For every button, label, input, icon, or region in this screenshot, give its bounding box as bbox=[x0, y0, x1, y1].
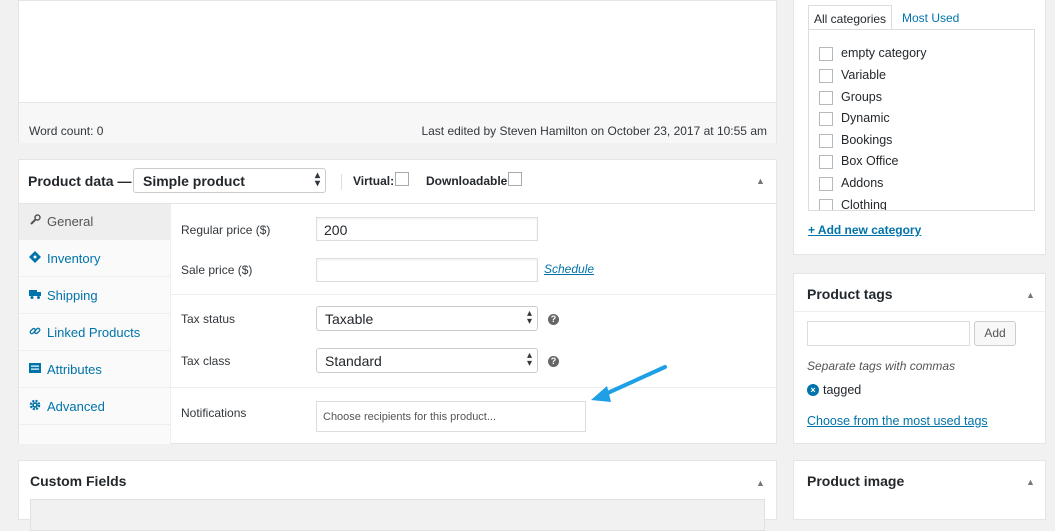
custom-fields-panel: Custom Fields ▲ bbox=[18, 460, 777, 531]
category-checkbox[interactable] bbox=[819, 112, 833, 126]
category-checkbox[interactable] bbox=[819, 134, 833, 148]
regular-price-input[interactable]: 200 bbox=[316, 217, 538, 241]
tab-inventory[interactable]: Inventory bbox=[19, 241, 170, 277]
sale-price-input[interactable] bbox=[316, 258, 538, 282]
category-checkbox[interactable] bbox=[819, 199, 833, 210]
last-edited: Last edited by Steven Hamilton on Octobe… bbox=[421, 124, 767, 138]
wrench-icon bbox=[29, 214, 41, 226]
tax-class-label: Tax class bbox=[181, 354, 231, 368]
tag-input[interactable] bbox=[807, 321, 970, 346]
collapse-toggle-icon[interactable]: ▲ bbox=[756, 176, 765, 186]
custom-fields-title: Custom Fields bbox=[30, 473, 127, 489]
product-type-value: Simple product bbox=[143, 173, 245, 189]
category-label: Groups bbox=[841, 90, 882, 104]
tax-status-value: Taxable bbox=[325, 311, 374, 327]
sale-price-label: Sale price ($) bbox=[181, 263, 253, 277]
tab-most-used[interactable]: Most Used bbox=[897, 5, 964, 30]
tab-label: Inventory bbox=[47, 251, 101, 266]
tab-all-categories[interactable]: All categories bbox=[808, 5, 893, 30]
tax-class-select[interactable]: Standard ▴ ▾ bbox=[316, 348, 538, 373]
category-label: Addons bbox=[841, 176, 884, 190]
downloadable-label: Downloadable: bbox=[426, 174, 512, 188]
category-label: Bookings bbox=[841, 133, 893, 147]
tab-label: Shipping bbox=[47, 288, 98, 303]
product-image-title: Product image bbox=[807, 473, 905, 489]
tax-status-label: Tax status bbox=[181, 312, 236, 326]
virtual-checkbox[interactable] bbox=[395, 172, 409, 186]
link-icon bbox=[29, 325, 41, 337]
category-label: Box Office bbox=[841, 154, 899, 168]
product-categories-panel: All categories Most Used empty category … bbox=[793, 0, 1046, 255]
category-checklist[interactable]: empty category Variable Groups Dynamic B… bbox=[808, 29, 1035, 211]
collapse-toggle-icon[interactable]: ▲ bbox=[756, 478, 765, 488]
select-arrows-icon: ▴ ▾ bbox=[314, 170, 320, 189]
category-checkbox[interactable] bbox=[819, 69, 833, 83]
tab-shipping[interactable]: Shipping bbox=[19, 278, 170, 314]
content-editor[interactable]: Word count: 0 Last edited by Steven Hami… bbox=[18, 0, 777, 143]
category-checkbox[interactable] bbox=[819, 91, 833, 105]
choose-most-used-tags-link[interactable]: Choose from the most used tags bbox=[807, 414, 988, 428]
tab-linked-products[interactable]: Linked Products bbox=[19, 315, 170, 351]
collapse-toggle-icon[interactable]: ▲ bbox=[1026, 290, 1035, 300]
gear-icon bbox=[29, 399, 41, 411]
regular-price-label: Regular price ($) bbox=[181, 223, 271, 237]
add-new-category-link[interactable]: + Add new category bbox=[808, 223, 921, 237]
word-count: Word count: 0 bbox=[29, 124, 104, 138]
tag-label: tagged bbox=[823, 383, 862, 397]
product-data-header: Product data — Simple product ▴ ▾ Virtual… bbox=[19, 160, 776, 204]
list-icon bbox=[29, 362, 41, 374]
category-label: Clothing bbox=[841, 198, 887, 211]
product-image-panel: Product image ▲ bbox=[793, 460, 1046, 520]
annotation-arrow-icon bbox=[591, 365, 667, 402]
tab-label: Advanced bbox=[47, 399, 105, 414]
notifications-label: Notifications bbox=[181, 406, 247, 420]
product-type-select[interactable]: Simple product ▴ ▾ bbox=[133, 168, 326, 193]
remove-tag-icon[interactable]: × bbox=[807, 384, 819, 396]
category-checkbox[interactable] bbox=[819, 47, 833, 61]
tax-status-select[interactable]: Taxable ▴ ▾ bbox=[316, 306, 538, 331]
panel-divider bbox=[794, 311, 1045, 312]
select-arrows-icon: ▴ ▾ bbox=[526, 350, 532, 369]
tag-hint: Separate tags with commas bbox=[807, 359, 956, 373]
add-tag-button[interactable]: Add bbox=[974, 321, 1016, 346]
product-data-title: Product data — bbox=[28, 173, 132, 189]
tab-label: General bbox=[47, 214, 94, 229]
tab-attributes[interactable]: Attributes bbox=[19, 352, 170, 388]
tab-label: Attributes bbox=[47, 362, 102, 377]
tab-label: Linked Products bbox=[47, 325, 141, 340]
downloadable-checkbox[interactable] bbox=[508, 172, 522, 186]
schedule-link[interactable]: Schedule bbox=[544, 262, 594, 276]
header-divider bbox=[341, 174, 342, 190]
product-tags-panel: Product tags ▲ Add Separate tags with co… bbox=[793, 273, 1046, 444]
fields-divider bbox=[171, 387, 776, 388]
fields-divider bbox=[171, 294, 776, 295]
tab-advanced[interactable]: Advanced bbox=[19, 389, 170, 425]
tag-icon bbox=[29, 251, 41, 263]
product-data-tabs: General Inventory Shipping Linked Produc… bbox=[19, 204, 171, 444]
category-checkbox[interactable] bbox=[819, 155, 833, 169]
tax-class-value: Standard bbox=[325, 353, 382, 369]
editor-status-bar: Word count: 0 Last edited by Steven Hami… bbox=[19, 103, 776, 143]
category-label: Dynamic bbox=[841, 111, 890, 125]
notifications-input[interactable]: Choose recipients for this product... bbox=[316, 401, 586, 432]
tab-general[interactable]: General bbox=[19, 204, 170, 240]
select-arrows-icon: ▴ ▾ bbox=[526, 308, 532, 327]
truck-icon bbox=[29, 288, 41, 300]
category-label: Variable bbox=[841, 68, 886, 82]
collapse-toggle-icon[interactable]: ▲ bbox=[1026, 477, 1035, 487]
general-fields: Regular price ($) 200 Sale price ($) Sch… bbox=[171, 204, 776, 443]
category-checkbox[interactable] bbox=[819, 177, 833, 191]
category-label: empty category bbox=[841, 46, 927, 60]
help-icon[interactable]: ? bbox=[548, 314, 559, 325]
product-tags-title: Product tags bbox=[807, 286, 893, 302]
help-icon[interactable]: ? bbox=[548, 356, 559, 367]
custom-fields-table bbox=[30, 499, 765, 531]
virtual-label: Virtual: bbox=[353, 174, 395, 188]
